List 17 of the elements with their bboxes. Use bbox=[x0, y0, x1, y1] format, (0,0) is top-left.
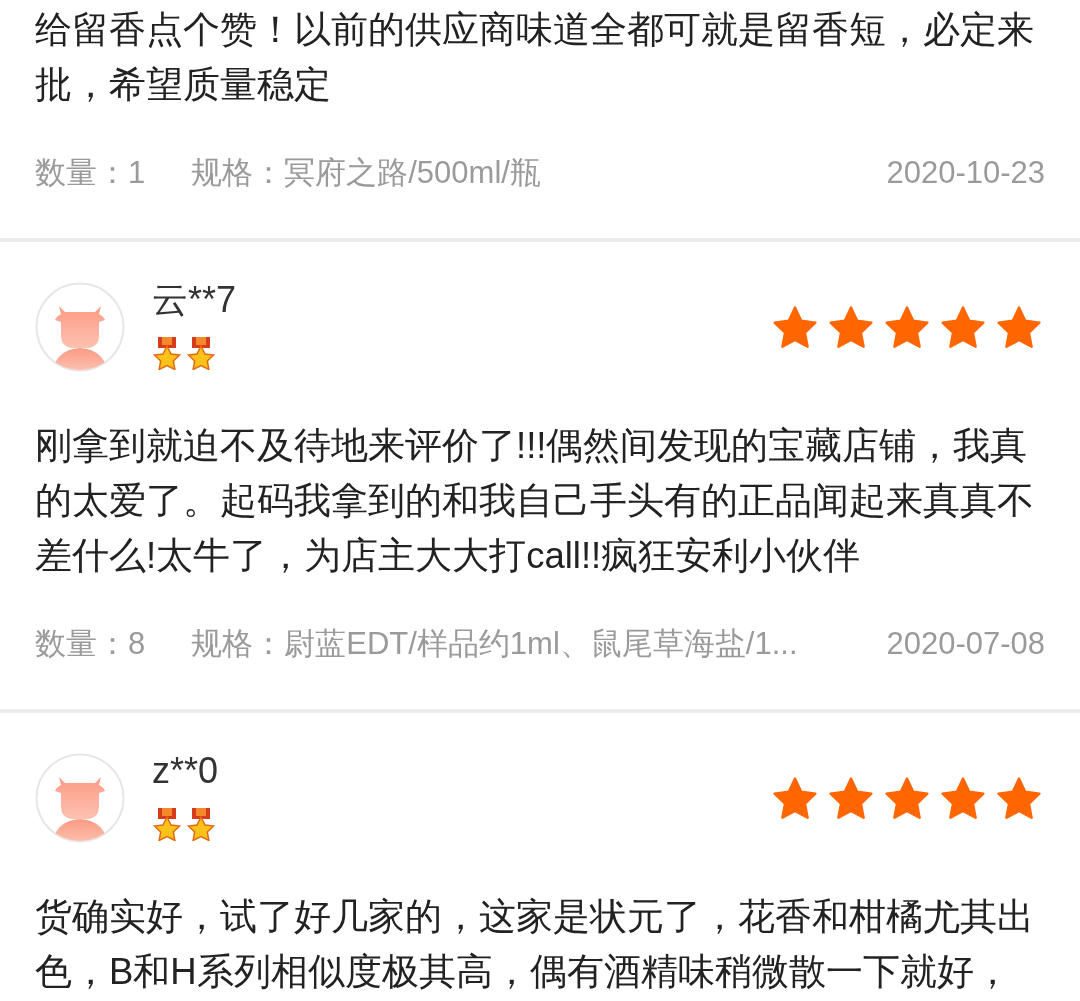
user-name: z**0 bbox=[152, 749, 219, 793]
medal-icon bbox=[152, 336, 182, 370]
spec-label: 规格：尉蓝EDT/样品约1ml、鼠尾草海盐/1... bbox=[191, 625, 798, 663]
review-date: 2020-07-08 bbox=[886, 625, 1045, 663]
review-text: 刚拿到就迫不及待地来评价了!!!偶然间发现的宝藏店铺，我真的太爱了。起码我拿到的和我自己手头有的正品闻起来真真不差什么!太牛了，为店主大大打call!!疯狂安利小伙伴 bbox=[35, 424, 1035, 578]
avatar-icon bbox=[35, 282, 125, 372]
medal-icon bbox=[186, 807, 216, 841]
medal-icon bbox=[186, 336, 216, 370]
review-text: 给留香点个赞！以前的供应商味道全都可就是留香短，必定来批，希望质量稳定 bbox=[35, 8, 1035, 107]
review-text: 货确实好，试了好几家的，这家是状元了，花香和柑橘尤其出色，B和H系列相似度极其高，偶有酒精味稍微散一下就好， bbox=[35, 895, 1035, 994]
user-name: 云**7 bbox=[152, 278, 237, 322]
spec-label: 规格：冥府之路/500ml/瓶 bbox=[191, 154, 541, 192]
quantity-label: 数量：8 bbox=[35, 625, 146, 663]
review-date: 2020-10-23 bbox=[886, 154, 1045, 192]
quantity-label: 数量：1 bbox=[35, 154, 146, 192]
avatar-icon bbox=[35, 753, 125, 843]
medal-icon bbox=[152, 807, 182, 841]
